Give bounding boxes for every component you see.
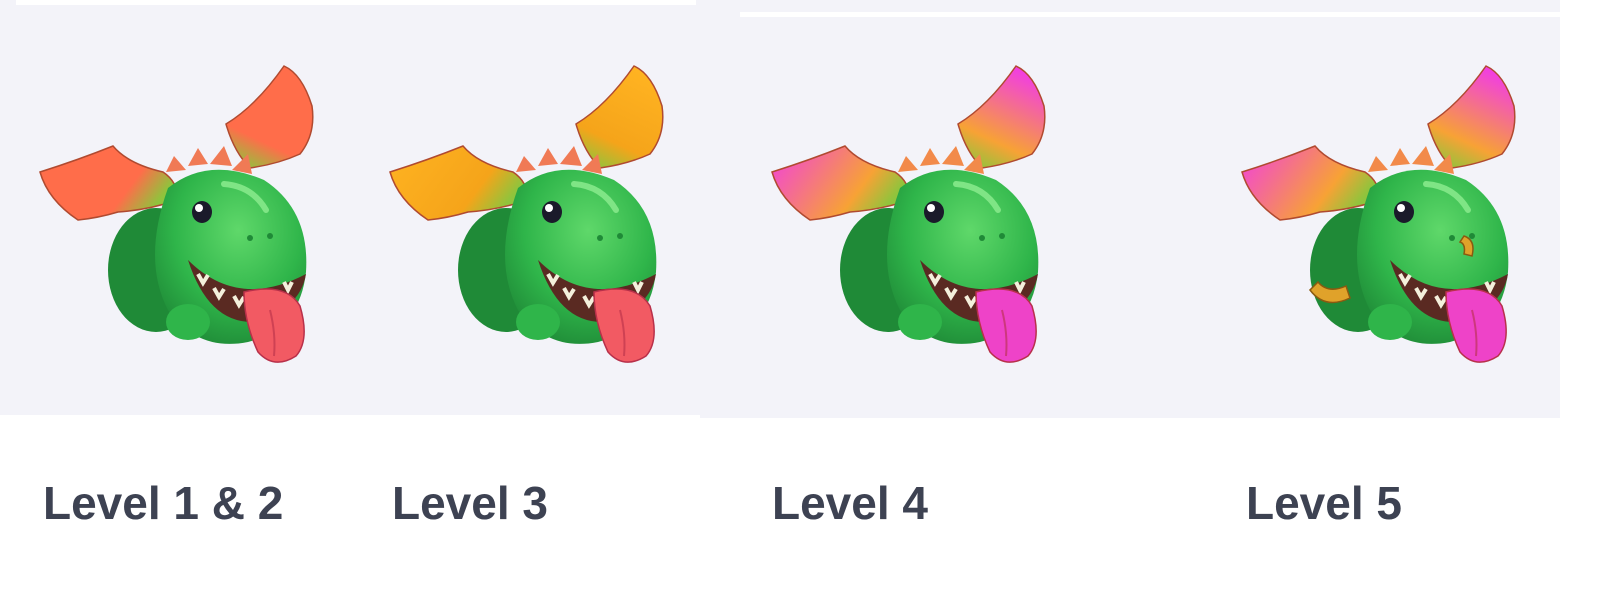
level-5-label: Level 5 xyxy=(1246,477,1402,529)
level-4-label: Level 4 xyxy=(772,477,928,529)
baby-dragon-level-1-2-icon xyxy=(38,60,338,380)
baby-dragon-level-4-icon xyxy=(770,60,1070,380)
top-divider-right xyxy=(740,12,1560,17)
top-divider-left xyxy=(16,0,696,5)
baby-dragon-level-3-icon xyxy=(388,60,688,380)
level-1-2-label: Level 1 & 2 xyxy=(43,477,284,529)
baby-dragon-level-5-icon xyxy=(1240,60,1540,380)
level-3-label: Level 3 xyxy=(392,477,548,529)
